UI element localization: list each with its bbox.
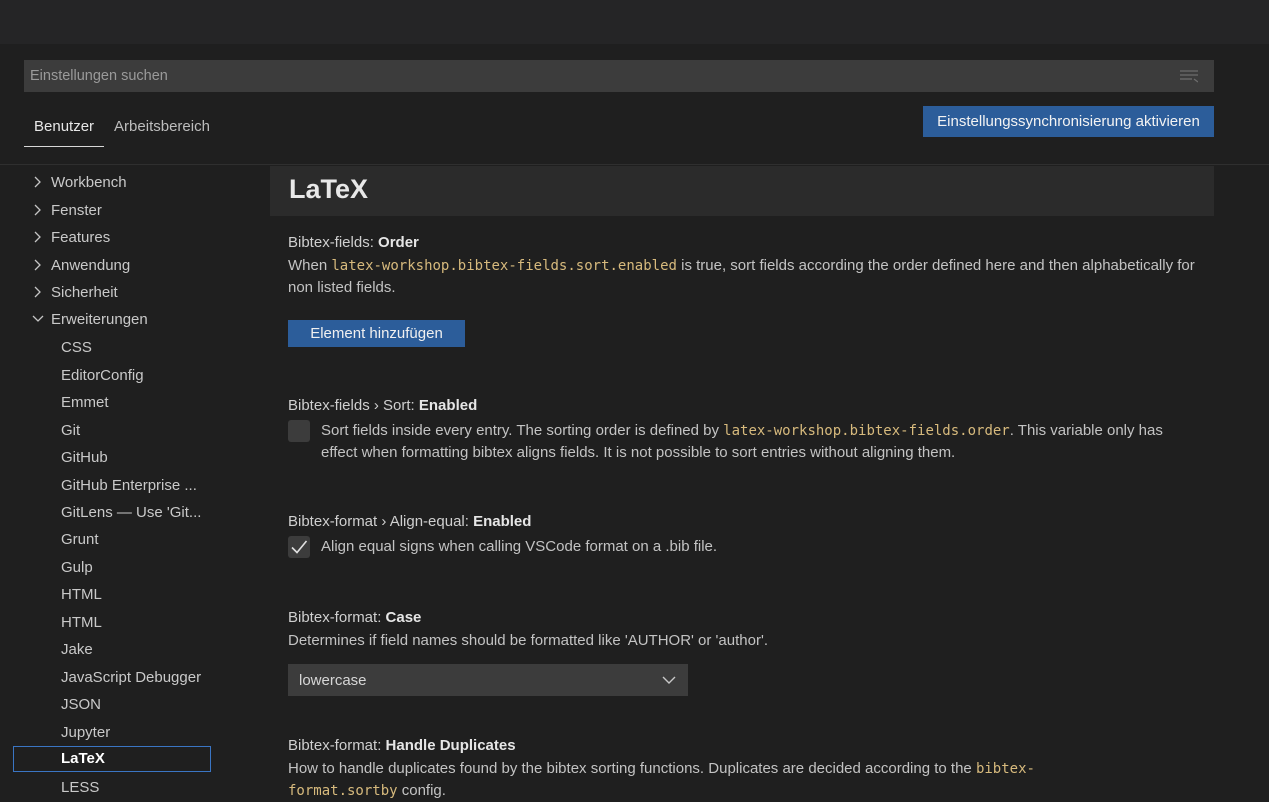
- settings-sync-button[interactable]: Einstellungssynchronisierung aktivieren: [923, 106, 1214, 137]
- sidebar-item-features[interactable]: Features: [0, 225, 240, 251]
- sidebar-item-label: Sicherheit: [51, 284, 118, 301]
- sidebar-item-git[interactable]: Git: [0, 418, 240, 444]
- sidebar-item-label: Emmet: [61, 394, 109, 411]
- settings-scope-tabs: Benutzer Arbeitsbereich: [24, 110, 220, 147]
- sidebar-item-label: LESS: [61, 779, 100, 796]
- case-select[interactable]: lowercase: [288, 664, 688, 696]
- sidebar-item-label: JavaScript Debugger: [61, 669, 202, 686]
- search-input[interactable]: Einstellungen suchen: [24, 60, 1214, 92]
- setting-link[interactable]: latex-workshop.bibtex-fields.order: [723, 423, 1010, 439]
- sidebar-item-anwendung[interactable]: Anwendung: [0, 253, 240, 279]
- sidebar-item-label: Anwendung: [51, 257, 131, 274]
- sidebar-item-label: Grunt: [61, 531, 99, 548]
- sidebar-item-workbench[interactable]: Workbench: [0, 170, 240, 196]
- setting-title: Bibtex-fields: Order: [288, 234, 419, 251]
- sidebar-item-github[interactable]: GitHub: [0, 445, 240, 471]
- setting-title: Bibtex-fields › Sort: Enabled: [288, 397, 478, 414]
- setting-link[interactable]: latex-workshop.bibtex-fields.sort.enable…: [331, 258, 677, 274]
- sidebar-item-label: HTML: [61, 614, 102, 631]
- setting-description: How to handle duplicates found by the bi…: [288, 760, 1035, 799]
- select-value: lowercase: [299, 672, 367, 689]
- tab-benutzer[interactable]: Benutzer: [24, 110, 105, 147]
- sidebar-item-label: Workbench: [51, 174, 127, 191]
- setting-bibtex-format-case: Bibtex-format: Case Determines if field …: [288, 609, 1208, 652]
- sidebar-item-latex[interactable]: LaTeX: [0, 746, 240, 772]
- sidebar-item-javascript-debugger[interactable]: JavaScript Debugger: [0, 665, 240, 691]
- tab-arbeitsbereich[interactable]: Arbeitsbereich: [104, 110, 220, 146]
- sidebar-item-jupyter[interactable]: Jupyter: [0, 720, 240, 746]
- sidebar-item-label: Jake: [61, 641, 93, 658]
- chevron-right-icon: [34, 176, 41, 188]
- sidebar-item-editorconfig[interactable]: EditorConfig: [0, 363, 240, 389]
- setting-title: Bibtex-format: Case: [288, 609, 422, 626]
- sidebar-item-css[interactable]: CSS: [0, 335, 240, 361]
- sidebar-item-label: JSON: [61, 696, 102, 713]
- sidebar-item-html[interactable]: HTML: [0, 582, 240, 608]
- sidebar-item-erweiterungen[interactable]: Erweiterungen: [0, 307, 240, 333]
- selection-outline: [13, 746, 211, 772]
- setting-description: Sort fields inside every entry. The sort…: [321, 422, 1163, 461]
- settings-toc-sidebar: Workbench Fenster Features Anwendung Sic…: [0, 165, 250, 802]
- setting-bibtex-fields-order: Bibtex-fields: Order When latex-workshop…: [288, 234, 1208, 299]
- sidebar-item-sicherheit[interactable]: Sicherheit: [0, 280, 240, 306]
- sidebar-item-gitlens[interactable]: GitLens — Use 'Git...: [0, 500, 240, 526]
- sidebar-item-github-enterprise[interactable]: GitHub Enterprise ...: [0, 473, 240, 499]
- sidebar-item-label: GitLens — Use 'Git...: [61, 504, 202, 521]
- chevron-down-icon: [32, 315, 44, 322]
- sidebar-item-label: Gulp: [61, 559, 93, 576]
- setting-title: Bibtex-format › Align-equal: Enabled: [288, 513, 532, 530]
- sidebar-item-json[interactable]: JSON: [0, 692, 240, 718]
- sidebar-item-label: CSS: [61, 339, 92, 356]
- chevron-right-icon: [34, 231, 41, 243]
- setting-description: When latex-workshop.bibtex-fields.sort.e…: [288, 257, 1195, 296]
- setting-bibtex-format-handle-duplicates: Bibtex-format: Handle Duplicates How to …: [288, 737, 1128, 802]
- add-item-button[interactable]: Element hinzufügen: [288, 320, 465, 347]
- sidebar-item-label: Features: [51, 229, 111, 246]
- sidebar-item-label: Git: [61, 422, 81, 439]
- chevron-right-icon: [34, 204, 41, 216]
- sidebar-item-less[interactable]: LESS: [0, 775, 240, 801]
- sidebar-item-label: LaTeX: [61, 750, 105, 767]
- setting-title: Bibtex-format: Handle Duplicates: [288, 737, 516, 754]
- sidebar-item-label: EditorConfig: [61, 367, 144, 384]
- sidebar-item-label: Erweiterungen: [51, 311, 148, 328]
- setting-description: Align equal signs when calling VSCode fo…: [321, 538, 718, 555]
- sidebar-item-html-2[interactable]: HTML: [0, 610, 240, 636]
- setting-bibtex-format-align-equal: Bibtex-format › Align-equal: Enabled: [288, 513, 1208, 530]
- filter-list-icon[interactable]: [1180, 69, 1198, 83]
- sidebar-item-label: HTML: [61, 586, 102, 603]
- section-header: LaTeX: [270, 166, 1214, 216]
- sidebar-item-label: GitHub Enterprise ...: [61, 477, 197, 494]
- check-icon: [291, 540, 308, 554]
- sidebar-item-label: GitHub: [61, 449, 108, 466]
- setting-description: Determines if field names should be form…: [288, 632, 768, 649]
- sidebar-item-jake[interactable]: Jake: [0, 637, 240, 663]
- sort-enabled-checkbox[interactable]: [288, 420, 310, 442]
- chevron-right-icon: [34, 286, 41, 298]
- align-equal-checkbox[interactable]: [288, 536, 310, 558]
- title-bar: [0, 0, 1269, 44]
- sidebar-item-emmet[interactable]: Emmet: [0, 390, 240, 416]
- section-title: LaTeX: [289, 174, 369, 204]
- sidebar-item-gulp[interactable]: Gulp: [0, 555, 240, 581]
- sidebar-item-label: Fenster: [51, 202, 102, 219]
- chevron-down-icon: [662, 676, 676, 684]
- setting-bibtex-fields-sort-enabled: Bibtex-fields › Sort: Enabled: [288, 397, 1208, 414]
- sidebar-item-grunt[interactable]: Grunt: [0, 527, 240, 553]
- chevron-right-icon: [34, 259, 41, 271]
- search-placeholder: Einstellungen suchen: [30, 68, 168, 84]
- sidebar-item-label: Jupyter: [61, 724, 111, 741]
- sidebar-item-fenster[interactable]: Fenster: [0, 198, 240, 224]
